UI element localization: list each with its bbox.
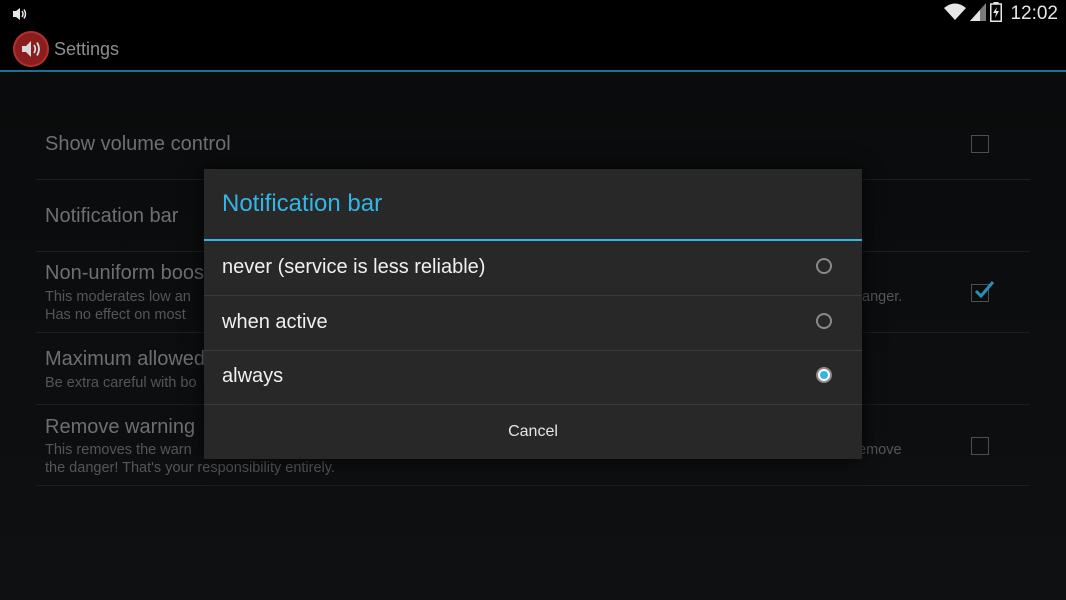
pref-summary-tail: emove: [858, 442, 902, 458]
pref-title: Show volume control: [45, 133, 231, 155]
action-bar: Settings: [0, 28, 1066, 72]
pref-summary-line2: the danger! That's your responsibility e…: [45, 460, 335, 476]
pref-summary: This moderates low an: [45, 289, 191, 305]
option-when-active[interactable]: when active: [204, 296, 862, 351]
option-never[interactable]: never (service is less reliable): [204, 241, 862, 296]
pref-summary: Be extra careful with bo: [45, 375, 197, 391]
checkmark-icon: [974, 281, 995, 299]
dialog-title: Notification bar: [222, 190, 383, 217]
pref-title: Maximum allowed: [45, 348, 206, 370]
pref-summary: This removes the warn: [45, 442, 192, 458]
pref-title: Remove warning: [45, 416, 196, 438]
page-title: Settings: [54, 39, 120, 59]
signal-icon: [970, 2, 987, 26]
option-label: never (service is less reliable): [222, 256, 486, 278]
option-label: always: [222, 365, 284, 387]
show-volume-control-checkbox[interactable]: [971, 135, 989, 153]
pref-summary-tail: anger.: [862, 289, 903, 305]
clock: 12:02: [1010, 3, 1058, 24]
non-uniform-boost-checkbox[interactable]: [971, 281, 995, 302]
cancel-button[interactable]: Cancel: [204, 405, 862, 459]
volume-icon: [12, 6, 28, 22]
radio-button-selected[interactable]: [816, 367, 832, 383]
radio-button[interactable]: [816, 313, 832, 329]
pref-summary-line2: Has no effect on most: [45, 307, 186, 323]
wifi-icon: [944, 3, 967, 26]
option-always[interactable]: always: [204, 350, 862, 405]
notification-bar-dialog: Notification bar never (service is less …: [204, 169, 862, 459]
remove-warning-checkbox[interactable]: [971, 437, 989, 455]
pref-title: Notification bar: [45, 205, 179, 227]
status-bar: 12:02: [0, 0, 1066, 28]
radio-button[interactable]: [816, 258, 832, 274]
speaker-icon[interactable]: [13, 31, 49, 67]
pref-title: Non-uniform boos: [45, 262, 204, 284]
status-icons: 12:02: [944, 1, 1058, 27]
battery-icon: [990, 1, 1003, 27]
screen: 12:02 Settings Show volume control Notif…: [0, 0, 1066, 600]
option-label: when active: [222, 311, 328, 333]
